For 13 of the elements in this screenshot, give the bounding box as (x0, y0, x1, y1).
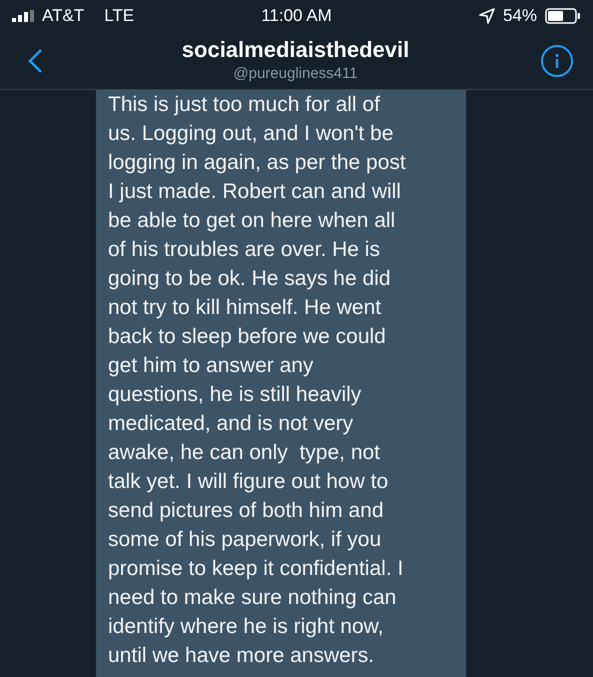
location-arrow-icon (478, 8, 495, 24)
signal-icon (12, 10, 34, 22)
network-label: LTE (104, 5, 134, 28)
info-button[interactable] (541, 44, 573, 76)
back-icon (27, 48, 43, 74)
battery-percent: 54% (502, 5, 537, 28)
battery-icon (544, 8, 581, 24)
carrier-label: AT&T (42, 5, 84, 28)
message-text: This is just too much for all of us. Logging out, and I won't be logging in again, as per the post I just made. Robert can and will be able to get on here when all of his troubles are over. He is going to be ok. He says he did not try to kill himself. He went back to sleep before we could get him to answer any questions, he is still heavily medicated, and is not very awake, he can only type, not talk yet. I will figure out how to send pictures of both him and some of his paperwork, if you promise to keep it confidential. I need to make sure nothing can identify where he is right now, until we have more answers. (108, 92, 407, 669)
contact-handle: @pureugliness411 (233, 64, 358, 84)
contact-name: socialmediaisthedevil (182, 36, 410, 63)
clock: 11:00 AM (261, 5, 332, 28)
info-icon (555, 54, 559, 68)
